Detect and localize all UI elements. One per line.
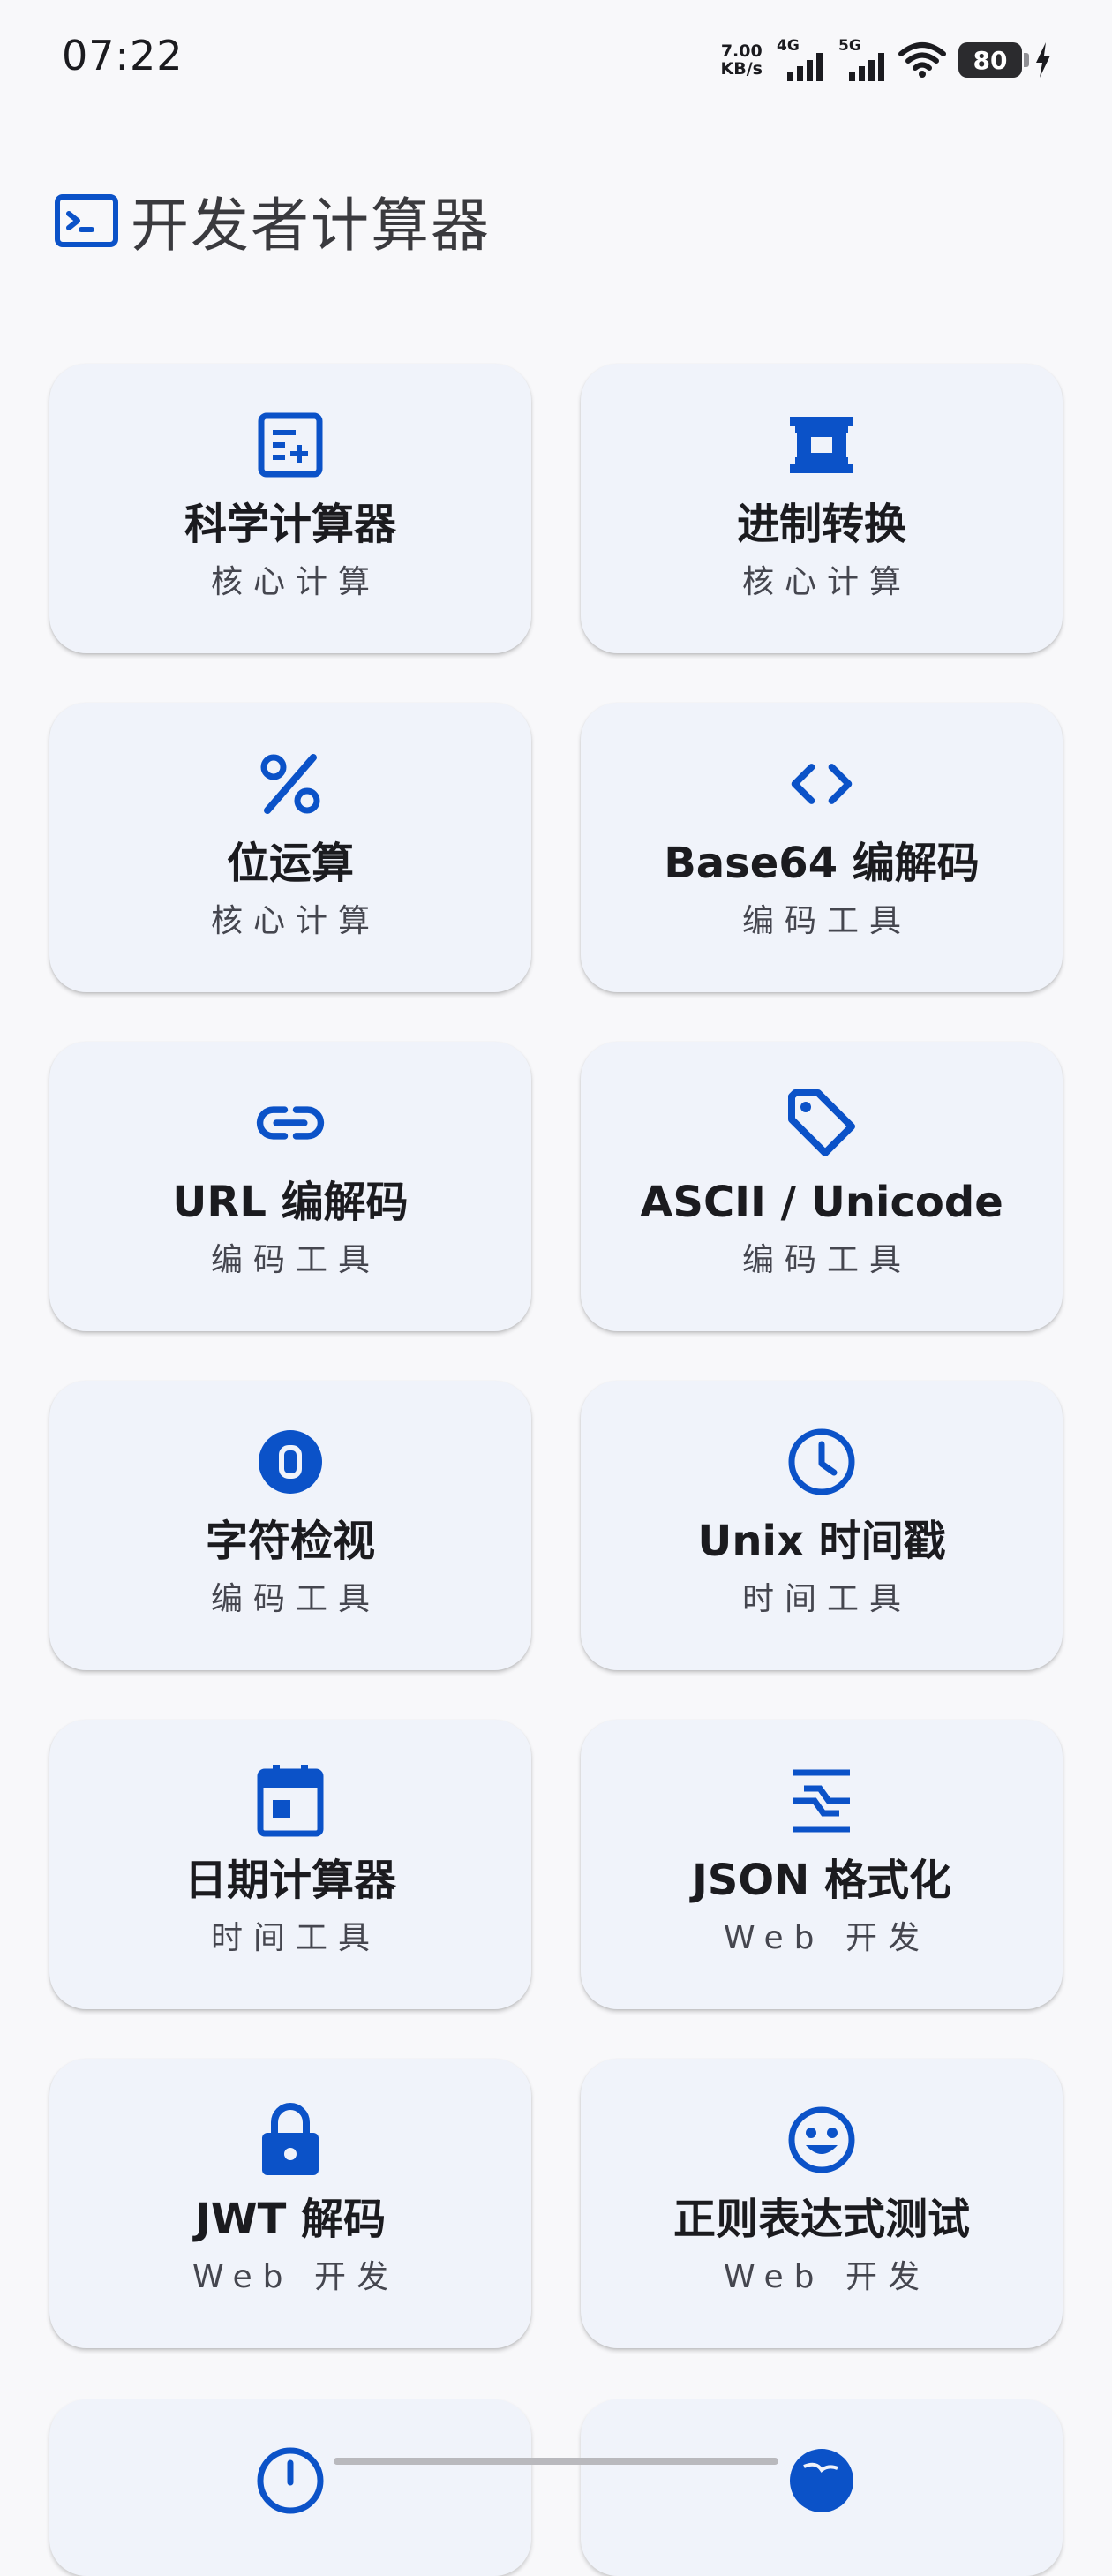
tool-name: 正则表达式测试: [672, 2195, 970, 2244]
tool-name: 字符检视: [205, 1517, 375, 1566]
calendar-icon: [255, 1765, 326, 1837]
terminal-icon: [55, 194, 118, 247]
tag-icon: [786, 1088, 857, 1158]
tool-name: ASCII / Unicode: [640, 1178, 1003, 1227]
tool-card-url[interactable]: URL 编解码 编码工具: [49, 1042, 531, 1331]
charging-bolt-icon: [1036, 42, 1050, 78]
zero-circle-icon: [255, 1427, 326, 1497]
status-time: 07:22: [62, 32, 184, 79]
clock-icon: [257, 2447, 324, 2514]
battery-level: 80: [973, 45, 1008, 75]
percent-icon: [255, 749, 326, 819]
tool-card-character-inspector[interactable]: 字符检视 编码工具: [49, 1381, 531, 1670]
tool-name: Base64 编解码: [664, 839, 980, 888]
network-speed: 7.00 KB/s: [721, 42, 763, 78]
clock-icon: [786, 1427, 857, 1497]
tool-category: 核心计算: [741, 564, 912, 600]
home-gesture-bar[interactable]: [334, 2458, 778, 2465]
tool-name: JSON 格式化: [691, 1856, 952, 1905]
tool-category: 核心计算: [210, 903, 380, 939]
tool-card-date-calculator[interactable]: 日期计算器 时间工具: [49, 1720, 531, 2009]
tool-category: 时间工具: [741, 1581, 912, 1617]
tool-category: Web 开发: [724, 1920, 930, 1956]
signal-5g-label: 5G: [838, 37, 861, 55]
tool-category: 编码工具: [741, 1242, 912, 1278]
code-brackets-icon: [786, 749, 857, 819]
tool-card-jwt-decoder[interactable]: JWT 解码 Web 开发: [49, 2059, 531, 2348]
link-icon: [255, 1088, 326, 1158]
tool-card-ascii-unicode[interactable]: ASCII / Unicode 编码工具: [581, 1042, 1063, 1331]
app-header: 开发者计算器: [55, 177, 491, 265]
memory-chip-icon: [786, 410, 857, 480]
calculator-icon: [255, 410, 326, 480]
tool-card-bitwise[interactable]: 位运算 核心计算: [49, 703, 531, 992]
status-icons: 7.00 KB/s 4G 5G 80: [721, 35, 1052, 85]
tool-name: 位运算: [226, 839, 354, 888]
tool-grid: 科学计算器 核心计算 进制转换 核心计算 位运算 核心计算 Base64 编解码…: [49, 364, 1063, 2348]
tool-category: 核心计算: [210, 564, 380, 600]
network-speed-value: 7.00: [720, 41, 763, 61]
status-bar: 07:22 7.00 KB/s 4G 5G 80: [0, 0, 1112, 124]
tool-category: Web 开发: [724, 2259, 930, 2295]
tool-category: 编码工具: [741, 903, 912, 939]
signal-4g: 4G: [775, 37, 824, 81]
signal-5g: 5G: [837, 37, 886, 81]
tool-card-base64[interactable]: Base64 编解码 编码工具: [581, 703, 1063, 992]
tool-name: JWT 解码: [194, 2195, 387, 2244]
tool-card-json-formatter[interactable]: JSON 格式化 Web 开发: [581, 1720, 1063, 2009]
tool-category: 时间工具: [210, 1920, 380, 1956]
tool-name: URL 编解码: [172, 1178, 409, 1227]
tool-card-base-conversion[interactable]: 进制转换 核心计算: [581, 364, 1063, 653]
tool-name: 日期计算器: [184, 1856, 396, 1905]
battery-indicator: 80: [958, 42, 1029, 78]
tool-card-scientific-calculator[interactable]: 科学计算器 核心计算: [49, 364, 531, 653]
tool-name: 科学计算器: [184, 500, 396, 549]
tool-category: Web 开发: [192, 2259, 399, 2295]
tool-name: 进制转换: [736, 500, 906, 549]
signal-bars-icon: [849, 53, 884, 81]
network-speed-unit: KB/s: [720, 59, 763, 79]
tool-category: 编码工具: [210, 1242, 380, 1278]
signal-4g-label: 4G: [777, 37, 800, 55]
wifi-icon: [898, 42, 946, 78]
data-object-icon: [786, 1766, 857, 1836]
tool-category: 编码工具: [210, 1581, 380, 1617]
tool-name: Unix 时间戳: [697, 1517, 946, 1566]
globe-icon: [790, 2449, 853, 2512]
signal-bars-icon: [787, 53, 823, 81]
tool-card-unix-timestamp[interactable]: Unix 时间戳 时间工具: [581, 1381, 1063, 1670]
page-title: 开发者计算器: [131, 192, 491, 260]
tool-card-regex-tester[interactable]: 正则表达式测试 Web 开发: [581, 2059, 1063, 2348]
lock-icon: [255, 2103, 326, 2175]
tool-card-partial-right[interactable]: [581, 2399, 1063, 2576]
smile-icon: [786, 2105, 857, 2175]
tool-card-partial-left[interactable]: [49, 2399, 531, 2576]
